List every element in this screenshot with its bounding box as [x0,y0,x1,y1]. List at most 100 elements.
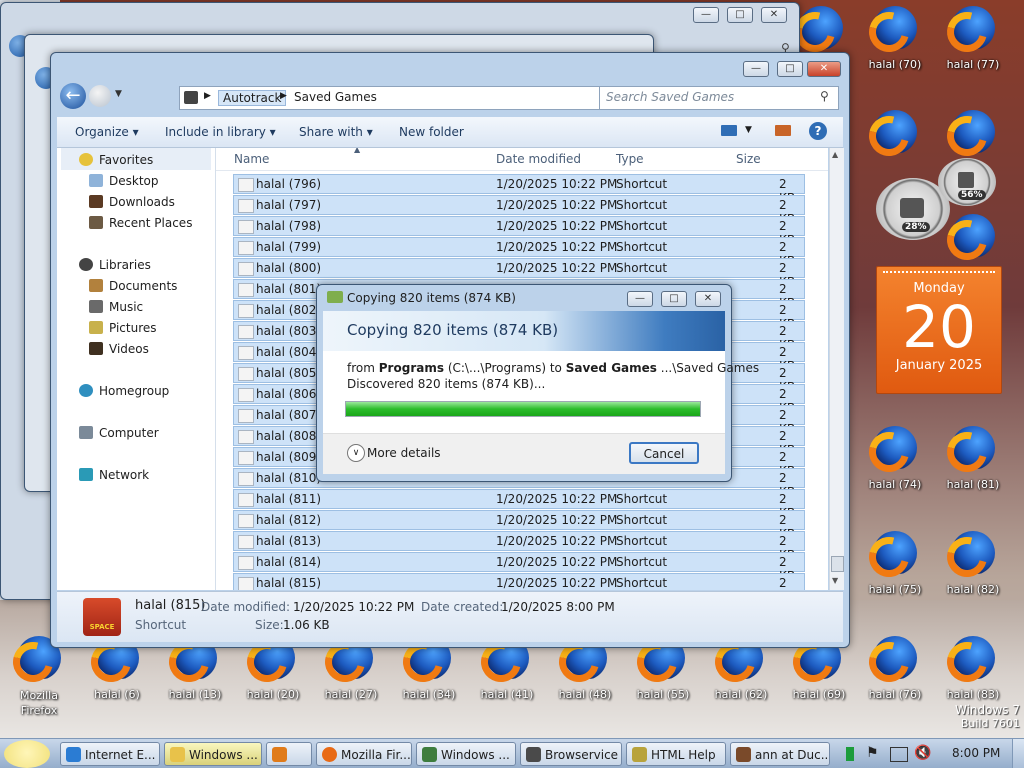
desktop-icon[interactable]: halal (27) [314,636,388,716]
more-details-toggle[interactable]: More details [367,446,441,460]
breadcrumb-item[interactable]: Saved Games [294,90,377,104]
file-row[interactable]: halal (811)1/20/2025 10:22 PMShortcut2 K… [233,489,805,520]
start-button[interactable] [4,740,50,768]
file-row[interactable]: halal (812)1/20/2025 10:22 PMShortcut2 K… [233,510,805,541]
taskbar-item-firefox[interactable]: Mozilla Fir... [316,742,412,766]
taskbar-item-html-help[interactable]: HTML Help [626,742,726,766]
file-row[interactable]: halal (797)1/20/2025 10:22 PMShortcut2 K… [233,195,805,226]
desktop-icon[interactable]: halal (6) [80,636,154,716]
show-desktop-button[interactable] [1012,739,1024,768]
network-tray-icon[interactable] [846,747,854,761]
maximize-button[interactable]: □ [727,7,753,23]
system-clock[interactable]: 8:00 PM [952,746,1000,760]
column-header-size[interactable]: Size [736,152,761,166]
file-row[interactable]: halal (800)1/20/2025 10:22 PMShortcut2 K… [233,258,805,289]
minimize-button[interactable]: — [743,61,769,77]
minimize-button[interactable]: — [627,291,653,307]
scroll-down-arrow[interactable]: ▼ [832,576,838,585]
desktop-icon[interactable]: halal (62) [704,636,778,716]
view-options-icon[interactable] [721,125,737,136]
cpu-meter-gadget[interactable]: 28% 56% [874,158,998,244]
desktop-icon[interactable]: halal (82) [936,531,1010,611]
taskbar-item-media[interactable] [266,742,312,766]
taskbar-item-duck[interactable]: ann at Duc... [730,742,830,766]
copy-progress-dialog[interactable]: Copying 820 items (874 KB) — □ ✕ Copying… [316,284,759,482]
file-row[interactable]: halal (814)1/20/2025 10:22 PMShortcut2 K… [233,552,805,583]
column-header-date[interactable]: Date modified [496,152,581,166]
taskbar-item-windows[interactable]: Windows ... [416,742,516,766]
include-in-library-button[interactable]: Include in library ▾ [165,125,276,139]
file-row[interactable]: halal (813)1/20/2025 10:22 PMShortcut2 K… [233,531,805,562]
new-folder-button[interactable]: New folder [399,125,464,139]
close-button[interactable]: ✕ [695,291,721,307]
search-input[interactable]: Search Saved Games ⚲ [599,86,839,110]
cancel-button[interactable]: Cancel [629,442,699,464]
nav-homegroup[interactable]: Homegroup [79,381,169,401]
desktop-icon[interactable]: halal (55) [626,636,700,716]
dialog-title: Copying 820 items (874 KB) [347,291,516,305]
desktop-icon[interactable]: halal (13) [158,636,232,716]
scroll-thumb[interactable] [831,556,844,572]
display-tray-icon[interactable] [890,747,908,762]
scroll-up-arrow[interactable]: ▲ [832,150,838,159]
taskbar-item-ie[interactable]: Internet E... [60,742,160,766]
desktop-icon[interactable]: halal (81) [936,426,1010,506]
nav-recent-places[interactable]: Recent Places [89,213,192,233]
forward-button[interactable] [89,85,111,107]
nav-music[interactable]: Music [89,297,143,317]
desktop-icon[interactable]: halal (70) [858,6,932,86]
desktop-icon[interactable]: halal (77) [936,6,1010,86]
recent-pages-dropdown[interactable]: ▼ [115,89,122,99]
chevron-right-icon[interactable]: ▶ [204,91,211,101]
nav-computer[interactable]: Computer [79,423,159,443]
column-header-name[interactable]: Name [234,152,269,166]
help-icon[interactable]: ? [809,122,827,140]
close-button[interactable]: ✕ [761,7,787,23]
close-button[interactable]: ✕ [807,61,841,77]
nav-libraries[interactable]: Libraries [79,255,151,275]
destination-link[interactable]: Saved Games [566,361,657,375]
calendar-gadget[interactable]: Monday 20 January 2025 [876,266,1002,394]
file-row[interactable]: halal (796)1/20/2025 10:22 PMShortcut2 K… [233,174,805,205]
address-bar[interactable]: ▶ Autotrack ▶ Saved Games ▼ [179,86,617,110]
file-row[interactable]: halal (799)1/20/2025 10:22 PMShortcut2 K… [233,237,805,268]
organize-button[interactable]: Organize ▾ [75,125,139,139]
desktop-icon[interactable]: halal (76) [858,636,932,716]
nav-pictures[interactable]: Pictures [89,318,157,338]
desktop-icon[interactable]: halal (74) [858,426,932,506]
desktop-icon[interactable]: halal (34) [392,636,466,716]
minimize-button[interactable]: — [693,7,719,23]
desktop-icon[interactable]: halal (75) [858,531,932,611]
taskbar-item-explorer[interactable]: Windows ... [164,742,262,766]
expand-chevron-icon[interactable]: ∨ [347,444,365,462]
desktop-icon[interactable]: halal (20) [236,636,310,716]
preview-pane-icon[interactable] [775,125,791,136]
share-with-button[interactable]: Share with ▾ [299,125,373,139]
desktop-icon[interactable]: halal (48) [548,636,622,716]
file-row[interactable]: halal (798)1/20/2025 10:22 PMShortcut2 K… [233,216,805,247]
chevron-right-icon[interactable]: ▶ [280,91,287,101]
desktop-icon[interactable]: halal (41) [470,636,544,716]
desktop-icon[interactable]: halal (69) [782,636,856,716]
maximize-button[interactable]: □ [661,291,687,307]
nav-network[interactable]: Network [79,465,149,485]
nav-desktop[interactable]: Desktop [89,171,159,191]
source-link[interactable]: Programs [379,361,444,375]
breadcrumb-item[interactable]: Autotrack [218,90,287,106]
nav-documents[interactable]: Documents [89,276,177,296]
back-button[interactable]: ← [60,83,86,109]
maximize-button[interactable]: □ [777,61,803,77]
details-date-created: 1/20/2025 8:00 PM [501,600,615,614]
chevron-down-icon[interactable]: ▼ [745,125,752,135]
volume-muted-icon[interactable]: 🔇 [914,745,931,761]
nav-videos[interactable]: Videos [89,339,149,359]
nav-downloads[interactable]: Downloads [89,192,175,212]
taskbar-item-browservice[interactable]: Browservice [520,742,622,766]
file-row[interactable]: halal (815) 1/20/2025 10:22 PMShortcut 2 K… [233,573,805,590]
vertical-scrollbar[interactable]: ▲ ▼ [829,148,844,590]
nav-favorites[interactable]: Favorites [79,150,153,170]
column-header-type[interactable]: Type [616,152,644,166]
desktop-icon-firefox[interactable]: Mozilla Firefox [2,636,76,717]
search-icon[interactable]: ⚲ [820,89,829,103]
flag-icon[interactable]: ⚑ [866,745,879,761]
